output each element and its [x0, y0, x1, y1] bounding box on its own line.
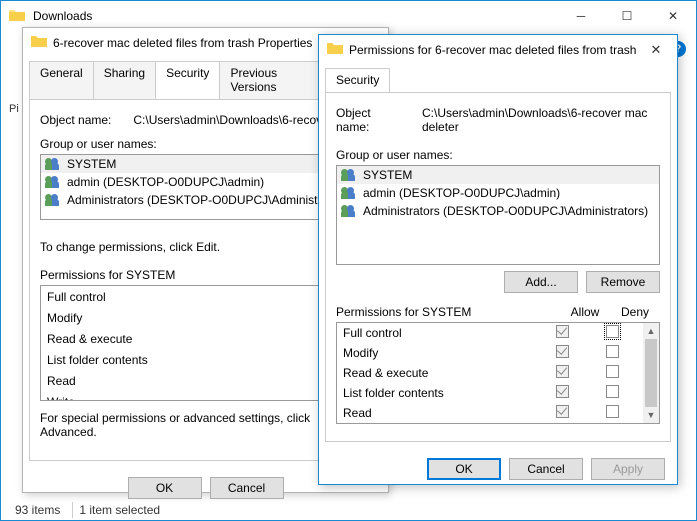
perm-row: Read: [337, 403, 643, 423]
group-label: Group or user names:: [40, 137, 157, 151]
user-row-administrators[interactable]: Administrators (DESKTOP-O0DUPCJ\Administ…: [337, 202, 659, 220]
object-name-value: C:\Users\admin\Downloads\6-recover: [133, 113, 332, 127]
close-button[interactable]: ✕: [641, 39, 671, 61]
deny-checkbox[interactable]: [606, 405, 619, 418]
scrollbar[interactable]: ▲ ▼: [643, 323, 659, 423]
perm-row: Read & execute: [337, 363, 643, 383]
deny-header: Deny: [610, 305, 660, 319]
security-tabpanel: Object name: C:\Users\admin\Downloads\6-…: [325, 92, 671, 442]
permissions-title: Permissions for 6-recover mac deleted fi…: [349, 43, 641, 57]
perm-name: Modify: [47, 311, 324, 325]
perm-name: Write: [47, 395, 324, 402]
window-controls: ─ ☐ ✕: [558, 1, 696, 31]
allow-header: Allow: [560, 305, 610, 319]
advanced-note: For special permissions or advanced sett…: [40, 411, 322, 439]
user-row-admin[interactable]: admin (DESKTOP-O0DUPCJ\admin): [337, 184, 659, 202]
perm-row: Full control: [337, 323, 643, 343]
edit-hint: To change permissions, click Edit.: [40, 240, 349, 254]
tab-security[interactable]: Security: [155, 61, 220, 99]
permissions-dialog: Permissions for 6-recover mac deleted fi…: [318, 34, 678, 485]
deny-checkbox[interactable]: [606, 345, 619, 358]
sidebar-fragment: Pi: [9, 103, 19, 115]
perm-name: Read: [343, 406, 537, 420]
user-name: SYSTEM: [363, 168, 412, 182]
user-list[interactable]: SYSTEM admin (DESKTOP-O0DUPCJ\admin) Adm…: [336, 165, 660, 265]
deny-checkbox[interactable]: [606, 325, 619, 338]
perm-name: Read & execute: [47, 332, 324, 346]
user-name: Administrators (DESKTOP-O0DUPCJ\Administ…: [363, 204, 648, 218]
tabstrip: Security: [319, 64, 677, 92]
close-button[interactable]: ✕: [650, 1, 696, 31]
object-name-label: Object name:: [336, 106, 400, 134]
folder-icon: [9, 8, 25, 25]
group-label: Group or user names:: [336, 148, 453, 162]
cancel-button[interactable]: Cancel: [210, 477, 284, 499]
folder-icon: [327, 41, 343, 58]
folder-icon: [31, 34, 47, 51]
maximize-button[interactable]: ☐: [604, 1, 650, 31]
minimize-button[interactable]: ─: [558, 1, 604, 31]
apply-button[interactable]: Apply: [591, 458, 665, 480]
perms-label: Permissions for SYSTEM: [336, 305, 560, 319]
scroll-down-icon[interactable]: ▼: [643, 407, 659, 423]
explorer-title: Downloads: [33, 9, 558, 23]
object-name-label: Object name:: [40, 113, 111, 127]
allow-checkbox[interactable]: [556, 365, 569, 378]
user-name: Administrators (DESKTOP-O0DUPCJ\Administ…: [67, 193, 348, 207]
users-icon: [341, 186, 357, 200]
allow-checkbox[interactable]: [556, 405, 569, 418]
properties-title: 6-recover mac deleted files from trash P…: [53, 36, 352, 50]
perm-name: Full control: [47, 290, 324, 304]
permissions-list: Full control Modify Read & execute List fol…: [336, 322, 660, 424]
dialog-footer: OK Cancel Apply: [319, 448, 677, 490]
ok-button[interactable]: OK: [427, 458, 501, 480]
add-button[interactable]: Add...: [504, 271, 578, 293]
user-name: SYSTEM: [67, 157, 116, 171]
user-row-system[interactable]: SYSTEM: [337, 166, 659, 184]
perm-name: Modify: [343, 346, 537, 360]
users-icon: [45, 193, 61, 207]
deny-checkbox[interactable]: [606, 365, 619, 378]
allow-checkbox[interactable]: [556, 345, 569, 358]
deny-checkbox[interactable]: [606, 385, 619, 398]
perm-name: Full control: [343, 326, 537, 340]
remove-button[interactable]: Remove: [586, 271, 660, 293]
user-name: admin (DESKTOP-O0DUPCJ\admin): [363, 186, 560, 200]
perm-name: List folder contents: [47, 353, 324, 367]
permissions-titlebar: Permissions for 6-recover mac deleted fi…: [319, 35, 677, 64]
user-name: admin (DESKTOP-O0DUPCJ\admin): [67, 175, 264, 189]
perm-name: Read: [47, 374, 324, 388]
users-icon: [341, 204, 357, 218]
perm-row: Modify: [337, 343, 643, 363]
tab-sharing[interactable]: Sharing: [93, 61, 156, 99]
tab-general[interactable]: General: [29, 61, 94, 99]
ok-button[interactable]: OK: [128, 477, 202, 499]
users-icon: [45, 175, 61, 189]
perm-name: List folder contents: [343, 386, 537, 400]
users-icon: [45, 157, 61, 171]
scroll-thumb[interactable]: [645, 339, 657, 407]
perm-row: List folder contents: [337, 383, 643, 403]
cancel-button[interactable]: Cancel: [509, 458, 583, 480]
allow-checkbox[interactable]: [556, 385, 569, 398]
tab-security[interactable]: Security: [325, 68, 390, 92]
object-name-value: C:\Users\admin\Downloads\6-recover mac d…: [422, 106, 660, 134]
tab-previous-versions[interactable]: Previous Versions: [219, 61, 330, 99]
perm-name: Read & execute: [343, 366, 537, 380]
allow-checkbox[interactable]: [556, 325, 569, 338]
perms-label: Permissions for SYSTEM: [40, 268, 321, 282]
scroll-up-icon[interactable]: ▲: [643, 323, 659, 339]
users-icon: [341, 168, 357, 182]
